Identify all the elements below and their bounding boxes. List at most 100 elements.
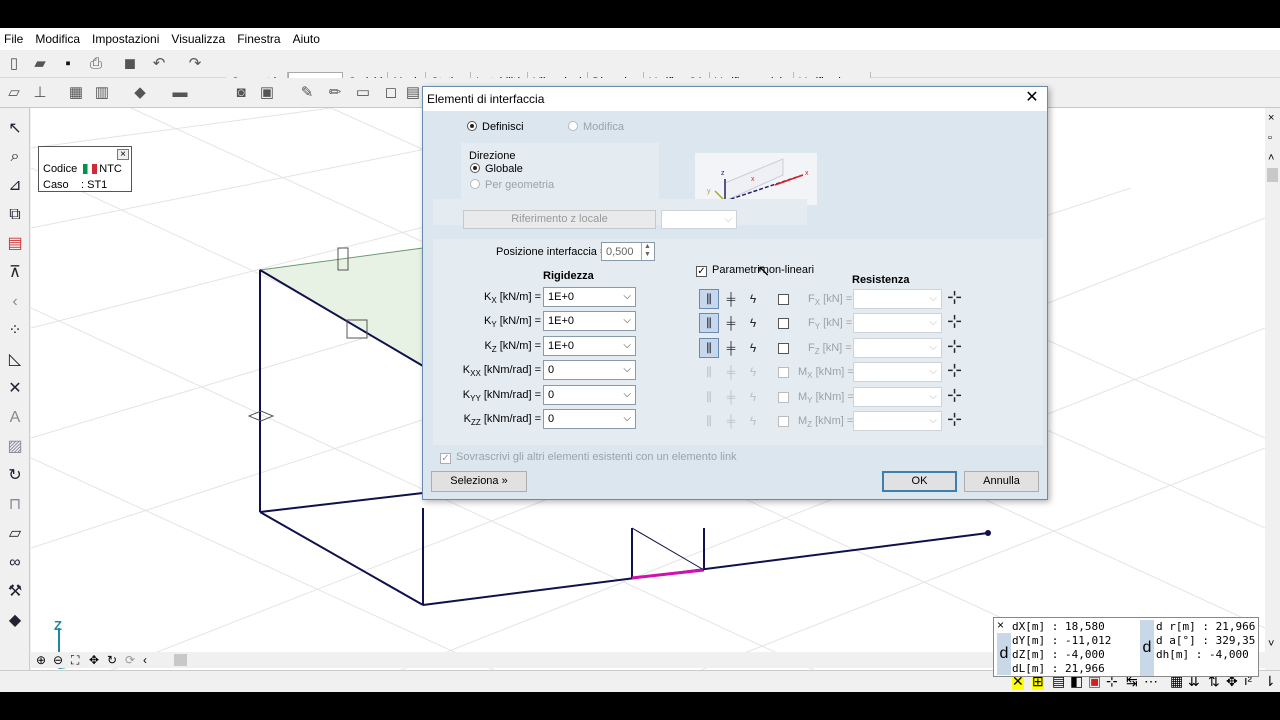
- failure-law-icon[interactable]: ⊹: [947, 409, 962, 430]
- bracket-icon[interactable]: ⊓: [5, 495, 25, 515]
- axes-tool-icon[interactable]: ⊿: [5, 176, 25, 196]
- resistance-checkbox[interactable]: [778, 318, 789, 330]
- close-icon[interactable]: ×: [997, 618, 1004, 632]
- wall-tool-icon[interactable]: ▤: [404, 84, 422, 102]
- grid-nodes-icon[interactable]: ⁘: [5, 321, 25, 341]
- table-icon[interactable]: ▦: [67, 84, 85, 102]
- pan-icon[interactable]: ✥: [89, 653, 99, 667]
- scroll-left-icon[interactable]: ‹: [143, 653, 147, 667]
- zoom-in-icon[interactable]: ⊕: [36, 653, 46, 667]
- link-hinge-icon[interactable]: ╪: [721, 338, 741, 358]
- close-icon[interactable]: ✕: [1023, 89, 1041, 107]
- scroll-thumb[interactable]: [1267, 168, 1278, 182]
- coord-dx: dX[m] : 18,580: [1012, 620, 1105, 633]
- link-rigid-icon[interactable]: ⫼: [699, 289, 719, 309]
- resistance-checkbox[interactable]: [778, 342, 789, 354]
- stiffness-combo[interactable]: 0 ⌵: [543, 384, 636, 405]
- stiffness-combo[interactable]: 0 ⌵: [543, 409, 636, 429]
- panel-icon[interactable]: ▥: [93, 84, 111, 102]
- hatch-icon[interactable]: ▨: [5, 437, 25, 457]
- link-hinge-icon[interactable]: ╪: [721, 289, 741, 309]
- plane-icon[interactable]: ▱: [5, 84, 23, 102]
- refresh-view-icon[interactable]: ⟳: [125, 653, 135, 667]
- print-icon[interactable]: ⎙: [87, 55, 105, 73]
- pointer-icon[interactable]: ↖: [5, 119, 25, 139]
- select-button[interactable]: Seleziona »: [431, 471, 527, 492]
- cube-icon[interactable]: ◼: [121, 55, 139, 73]
- coord-dl: dL[m] : 21,966: [1012, 662, 1105, 675]
- open-folder-icon[interactable]: ▰: [31, 55, 49, 73]
- cancel-button[interactable]: Annulla: [964, 471, 1039, 492]
- failure-law-icon[interactable]: ⊹: [947, 385, 962, 406]
- nonlinear-checkbox[interactable]: ✓ Parametri non-lineari: [696, 264, 814, 277]
- menu-impostazioni[interactable]: Impostazioni: [92, 32, 159, 46]
- pencil-icon[interactable]: ✏: [326, 84, 344, 102]
- direction-global-radio[interactable]: Globale: [470, 163, 523, 175]
- menu-file[interactable]: File: [4, 32, 23, 46]
- redo-icon[interactable]: ↷: [186, 55, 204, 73]
- link-spring-icon[interactable]: ϟ: [743, 338, 763, 358]
- link-hinge-icon[interactable]: ╪: [721, 313, 741, 333]
- solid-tool-icon[interactable]: ◻: [382, 84, 400, 102]
- vertical-scrollbar[interactable]: × ▫ ˄ ˅: [1265, 108, 1280, 678]
- svg-text:y: y: [707, 188, 711, 195]
- ok-button[interactable]: OK: [882, 471, 957, 492]
- cross-icon[interactable]: ✕: [5, 379, 25, 399]
- close-view-icon[interactable]: ×: [1268, 112, 1274, 124]
- link-icon[interactable]: ‹: [5, 292, 25, 312]
- scroll-up-icon[interactable]: ˄: [1268, 152, 1274, 164]
- stiffness-combo[interactable]: 0 ⌵: [543, 360, 636, 381]
- stiffness-combo[interactable]: 1E+0 ⌵: [543, 287, 636, 307]
- failure-law-icon[interactable]: ⊹: [947, 287, 962, 308]
- failure-law-icon[interactable]: ⊹: [947, 360, 962, 381]
- failure-law-icon[interactable]: ⊹: [947, 311, 962, 332]
- failure-law-icon[interactable]: ⊹: [947, 336, 962, 357]
- stiffness-combo[interactable]: 1E+0 ⌵: [543, 311, 636, 332]
- link-rigid-icon[interactable]: ⫼: [699, 313, 719, 334]
- stiffness-combo[interactable]: 1E+0 ⌵: [543, 335, 636, 356]
- zoom-out-icon[interactable]: ⊖: [53, 653, 63, 667]
- glasses-icon[interactable]: ∞: [5, 553, 25, 573]
- rotate-view-icon[interactable]: ↻: [107, 653, 117, 667]
- scroll-down-icon[interactable]: ˅: [1268, 638, 1274, 650]
- hscroll-thumb[interactable]: [174, 654, 187, 666]
- resistance-checkbox[interactable]: [778, 294, 789, 305]
- measure-icon[interactable]: ◺: [5, 350, 25, 370]
- frame-icon[interactable]: ⊼: [5, 263, 25, 283]
- mode-define-radio[interactable]: Definisci: [467, 121, 524, 133]
- ruler-icon[interactable]: ▱: [5, 524, 25, 544]
- element-tool-2-icon[interactable]: ▣: [258, 84, 276, 102]
- menu-visualizza[interactable]: Visualizza: [171, 32, 225, 46]
- rotate-icon[interactable]: ↻: [5, 466, 25, 486]
- layer-icon[interactable]: ◆: [131, 84, 149, 102]
- text-tool-icon[interactable]: A: [5, 408, 25, 428]
- menu-finestra[interactable]: Finestra: [237, 32, 280, 46]
- undo-icon[interactable]: ↶: [150, 55, 168, 73]
- link-rigid-icon[interactable]: ⫼: [699, 337, 719, 358]
- palette-icon[interactable]: ▤: [5, 234, 25, 254]
- stiffness-unit: [kNm/rad] =: [480, 388, 541, 401]
- chevron-down-icon: ⌵: [623, 388, 631, 400]
- stiffness-label: KYY [kNm/rad] =: [463, 389, 541, 403]
- level-icon[interactable]: ⊥: [31, 84, 49, 102]
- element-tool-1-icon[interactable]: ◙: [232, 84, 250, 102]
- zoom-icon[interactable]: ⌕: [5, 147, 25, 167]
- copy-icon[interactable]: ⧉: [5, 205, 25, 225]
- menu-modifica[interactable]: Modifica: [35, 32, 80, 46]
- new-file-icon[interactable]: ▯: [5, 55, 23, 73]
- beam-tool-icon[interactable]: ✎: [298, 84, 316, 102]
- restore-view-icon[interactable]: ▫: [1268, 132, 1272, 144]
- menu-aiuto[interactable]: Aiuto: [293, 32, 320, 46]
- spinner-icon[interactable]: ▲ ▼: [641, 243, 653, 260]
- close-icon[interactable]: ×: [117, 148, 129, 160]
- sort-icon[interactable]: ⇂: [1264, 673, 1276, 690]
- save-icon[interactable]: ▪: [59, 55, 77, 73]
- info-icon[interactable]: ◆: [5, 611, 25, 631]
- zoom-extents-icon[interactable]: ⛶: [71, 653, 79, 668]
- wrench-icon[interactable]: ⚒: [5, 582, 25, 602]
- plate-tool-icon[interactable]: ▭: [354, 84, 372, 102]
- link-spring-icon[interactable]: ϟ: [743, 289, 763, 309]
- position-input[interactable]: 0,500 ▲ ▼: [601, 242, 655, 261]
- view-icon[interactable]: ▬: [171, 84, 189, 102]
- link-spring-icon[interactable]: ϟ: [743, 313, 763, 333]
